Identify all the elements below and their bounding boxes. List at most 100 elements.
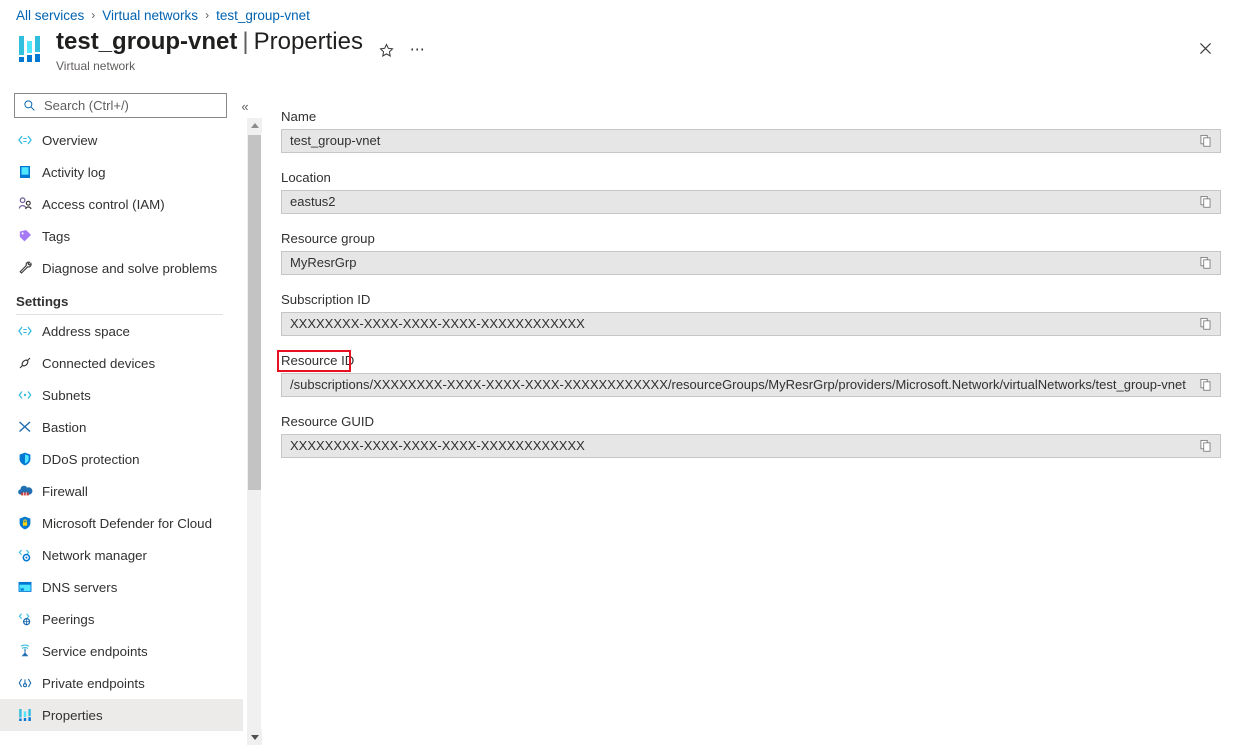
copy-icon[interactable] (1192, 435, 1220, 457)
access-control-icon (16, 196, 33, 213)
breadcrumb: All services › Virtual networks › test_g… (16, 5, 310, 25)
sidebar-item-firewall[interactable]: Firewall (0, 475, 243, 507)
breadcrumb-item-all-services[interactable]: All services (16, 8, 84, 23)
properties-icon (16, 707, 33, 724)
sidebar-search[interactable] (14, 93, 227, 118)
breadcrumb-item-resource[interactable]: test_group-vnet (216, 8, 310, 23)
field-name: Name test_group-vnet (281, 108, 1221, 153)
peerings-icon (16, 611, 33, 628)
field-resource-group: Resource group MyResrGrp (281, 230, 1221, 275)
connected-devices-icon (16, 355, 33, 372)
sidebar-item-label: Access control (IAM) (42, 196, 165, 212)
diagnose-icon (16, 260, 33, 277)
sidebar-item-label: Firewall (42, 483, 88, 499)
ddos-protection-icon (16, 451, 33, 468)
sidebar-item-label: Microsoft Defender for Cloud (42, 515, 212, 531)
scroll-up-triangle (250, 123, 259, 128)
sidebar-item-overview[interactable]: Overview (0, 124, 243, 156)
dns-servers-icon (16, 579, 33, 596)
sidebar-item-diagnose[interactable]: Diagnose and solve problems (0, 252, 243, 284)
scroll-down-triangle (250, 735, 259, 740)
scroll-down-arrow[interactable] (247, 730, 262, 745)
copy-icon[interactable] (1192, 130, 1220, 152)
service-endpoints-icon (16, 643, 33, 660)
field-value: MyResrGrp (290, 255, 357, 270)
resource-type-subtitle: Virtual network (56, 59, 136, 73)
sidebar-item-activity-log[interactable]: Activity log (0, 156, 243, 188)
field-resource-id: Resource ID /subscriptions/XXXXXXXX-XXXX… (277, 350, 1221, 397)
defender-icon (16, 515, 33, 532)
breadcrumb-separator-icon: › (205, 8, 210, 22)
sidebar-item-peerings[interactable]: Peerings (0, 603, 243, 635)
copy-icon[interactable] (1192, 374, 1220, 396)
star-icon[interactable] (372, 36, 400, 64)
sidebar-item-label: DNS servers (42, 579, 118, 595)
field-value: test_group-vnet (290, 133, 381, 148)
virtual-network-properties-icon (16, 32, 46, 66)
tags-icon (16, 228, 33, 245)
sidebar-item-tags[interactable]: Tags (0, 220, 243, 252)
title-texts: test_group-vnet | Properties Virtual netwo… (56, 28, 363, 73)
field-value: eastus2 (290, 194, 336, 209)
scroll-up-arrow[interactable] (247, 118, 262, 133)
sidebar-item-label: Overview (42, 132, 98, 148)
page-title-section: Properties (253, 28, 363, 55)
sidebar-item-label: Bastion (42, 419, 87, 435)
private-endpoints-icon (16, 675, 33, 692)
sidebar-item-network-manager[interactable]: Network manager (0, 539, 243, 571)
collapse-sidebar-icon[interactable]: « (235, 96, 255, 116)
bastion-icon (16, 419, 33, 436)
sidebar-item-ddos-protection[interactable]: DDoS protection (0, 443, 243, 475)
sidebar-item-label: Address space (42, 323, 130, 339)
sidebar-item-label: Diagnose and solve problems (42, 260, 218, 276)
sidebar-item-label: Network manager (42, 547, 147, 563)
sidebar-section-settings: Settings (0, 294, 243, 315)
sidebar-item-label: Activity log (42, 164, 106, 180)
field-value: /subscriptions/XXXXXXXX-XXXX-XXXX-XXXX-X… (290, 377, 1186, 392)
sidebar-item-private-endpoints[interactable]: Private endpoints (0, 667, 243, 699)
field-value: XXXXXXXX-XXXX-XXXX-XXXX-XXXXXXXXXXXX (290, 438, 585, 453)
sidebar-item-connected-devices[interactable]: Connected devices (0, 347, 243, 379)
search-input[interactable] (42, 97, 220, 114)
page-title-separator: | (242, 28, 249, 55)
sidebar-scrollbar[interactable] (246, 118, 262, 745)
field-input-box[interactable]: MyResrGrp (281, 251, 1221, 275)
firewall-icon (16, 483, 33, 500)
field-location: Location eastus2 (281, 169, 1221, 214)
field-label: Subscription ID (281, 292, 371, 307)
field-subscription-id: Subscription ID XXXXXXXX-XXXX-XXXX-XXXX-… (281, 291, 1221, 336)
copy-icon[interactable] (1192, 191, 1220, 213)
ellipsis-icon[interactable]: ⋯ (404, 36, 432, 64)
sidebar-scrollbar-thumb[interactable] (248, 135, 261, 490)
sidebar-section-title: Settings (16, 294, 69, 309)
field-input-box[interactable]: /subscriptions/XXXXXXXX-XXXX-XXXX-XXXX-X… (281, 373, 1221, 397)
sidebar-item-access-control[interactable]: Access control (IAM) (0, 188, 243, 220)
sidebar-item-address-space[interactable]: Address space (0, 315, 243, 347)
copy-icon[interactable] (1192, 252, 1220, 274)
sidebar-item-label: Subnets (42, 387, 91, 403)
sidebar-item-subnets[interactable]: Subnets (0, 379, 243, 411)
field-label: Location (281, 170, 331, 185)
sidebar-item-bastion[interactable]: Bastion (0, 411, 243, 443)
network-manager-icon (16, 547, 33, 564)
field-input-box[interactable]: XXXXXXXX-XXXX-XXXX-XXXX-XXXXXXXXXXXX (281, 312, 1221, 336)
sidebar-item-dns-servers[interactable]: DNS servers (0, 571, 243, 603)
close-icon[interactable] (1190, 33, 1220, 63)
header-actions: ⋯ (372, 36, 432, 64)
ellipsis-dots: ⋯ (409, 41, 427, 58)
sidebar-nav-list: Overview Activity log Access control (IA… (0, 124, 243, 745)
blade-title-row: test_group-vnet | Properties Virtual netwo… (16, 28, 363, 74)
breadcrumb-item-virtual-networks[interactable]: Virtual networks (102, 8, 198, 23)
sidebar-item-label: Tags (42, 228, 71, 244)
sidebar-item-properties[interactable]: Properties (0, 699, 243, 731)
field-input-box[interactable]: test_group-vnet (281, 129, 1221, 153)
sidebar-item-service-endpoints[interactable]: Service endpoints (0, 635, 243, 667)
copy-icon[interactable] (1192, 313, 1220, 335)
field-resource-guid: Resource GUID XXXXXXXX-XXXX-XXXX-XXXX-XX… (281, 413, 1221, 458)
breadcrumb-separator-icon: › (91, 8, 96, 22)
field-input-box[interactable]: XXXXXXXX-XXXX-XXXX-XXXX-XXXXXXXXXXXX (281, 434, 1221, 458)
sidebar-item-defender-for-cloud[interactable]: Microsoft Defender for Cloud (0, 507, 243, 539)
azure-portal-blade: All services › Virtual networks › test_g… (0, 0, 1234, 745)
properties-panel: Name test_group-vnet Location eastus2 Re… (262, 88, 1234, 745)
field-input-box[interactable]: eastus2 (281, 190, 1221, 214)
